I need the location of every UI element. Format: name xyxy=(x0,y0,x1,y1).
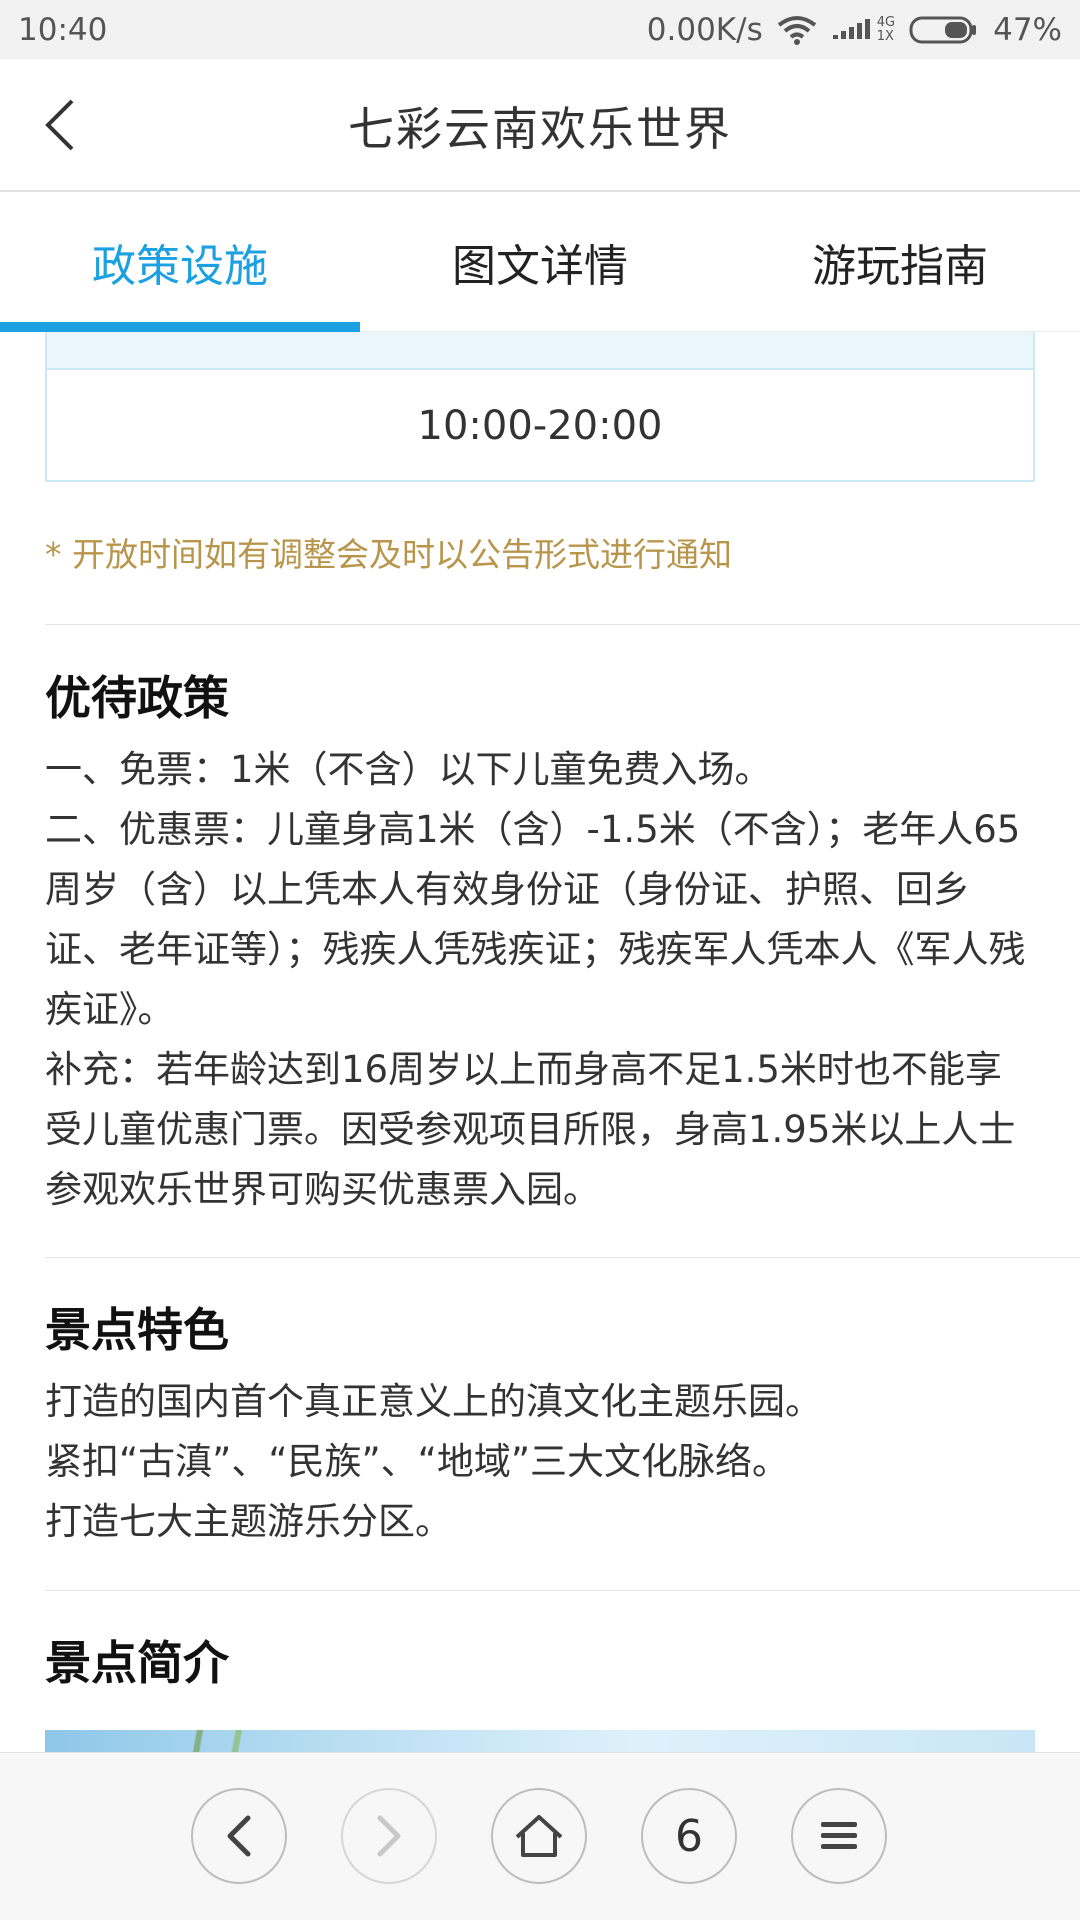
content-scroll[interactable]: 10:00-20:00 * 开放时间如有调整会及时以公告形式进行通知 优待政策 … xyxy=(0,332,1080,1752)
opening-hours-value: 10:00-20:00 xyxy=(417,403,663,449)
policy-line: 补充：若年龄达到16周岁以上而身高不足1.5米时也不能享受儿童优惠门票。因受参观… xyxy=(45,1048,1016,1211)
browser-tabs-button[interactable]: 6 xyxy=(641,1788,737,1884)
hours-notice: * 开放时间如有调整会及时以公告形式进行通知 xyxy=(45,535,732,574)
battery-icon xyxy=(909,15,979,45)
hours-table-header xyxy=(47,332,1033,370)
divider xyxy=(45,1590,1080,1591)
chevron-left-icon xyxy=(227,1815,251,1857)
features-body: 打造的国内首个真正意义上的滇文化主题乐园。 紧扣“古滇”、“民族”、“地域”三大… xyxy=(45,1372,1035,1552)
divider xyxy=(45,624,1080,625)
policy-body: 一、免票：1米（不含）以下儿童免费入场。 二、优惠票：儿童身高1米（含）-1.5… xyxy=(45,740,1035,1220)
intro-photo xyxy=(45,1730,1035,1752)
section-title-features: 景点特色 xyxy=(45,1303,229,1357)
wifi-icon xyxy=(777,15,817,45)
status-time: 10:40 xyxy=(18,11,108,48)
feature-line: 打造七大主题游乐分区。 xyxy=(45,1500,452,1543)
browser-back-button[interactable] xyxy=(191,1788,287,1884)
tab-bar: 政策设施 图文详情 游玩指南 xyxy=(0,192,1080,332)
tab-guide[interactable]: 游玩指南 xyxy=(720,192,1080,331)
feature-line: 打造的国内首个真正意义上的滇文化主题乐园。 xyxy=(45,1380,822,1423)
status-bar: 10:40 0.00K/s 4G 1X 47% xyxy=(0,0,1080,59)
tabs-count: 6 xyxy=(675,1810,703,1862)
tab-policy-facilities[interactable]: 政策设施 xyxy=(0,192,360,332)
battery-percent: 47% xyxy=(993,11,1062,48)
feature-line: 紧扣“古滇”、“民族”、“地域”三大文化脉络。 xyxy=(45,1440,790,1483)
section-title-policy: 优待政策 xyxy=(45,671,229,725)
browser-bottom-bar: 6 xyxy=(0,1752,1080,1920)
page-title: 七彩云南欢乐世界 xyxy=(348,102,732,156)
net-speed: 0.00K/s xyxy=(646,11,763,48)
divider xyxy=(45,1257,1080,1258)
browser-forward-button[interactable] xyxy=(341,1788,437,1884)
policy-line: 二、优惠票：儿童身高1米（含）-1.5米（不含）；老年人65周岁（含）以上凭本人… xyxy=(45,808,1026,1031)
home-icon xyxy=(515,1815,563,1857)
network-type-bottom: 1X xyxy=(876,28,894,44)
signal-icon xyxy=(831,15,871,45)
menu-icon xyxy=(821,1822,857,1849)
network-type: 4G 1X xyxy=(876,14,896,44)
tab-details[interactable]: 图文详情 xyxy=(360,192,720,331)
browser-home-button[interactable] xyxy=(491,1788,587,1884)
network-type-top: 4G xyxy=(876,14,896,30)
section-title-intro: 景点简介 xyxy=(45,1636,229,1690)
browser-menu-button[interactable] xyxy=(791,1788,887,1884)
opening-hours-table: 10:00-20:00 xyxy=(45,332,1035,482)
status-right: 0.00K/s 4G 1X 47% xyxy=(647,12,1062,48)
policy-line: 一、免票：1米（不含）以下儿童免费入场。 xyxy=(45,748,772,791)
title-bar: 七彩云南欢乐世界 xyxy=(0,59,1080,192)
photo-foliage xyxy=(165,1730,315,1752)
chevron-right-icon xyxy=(377,1815,401,1857)
